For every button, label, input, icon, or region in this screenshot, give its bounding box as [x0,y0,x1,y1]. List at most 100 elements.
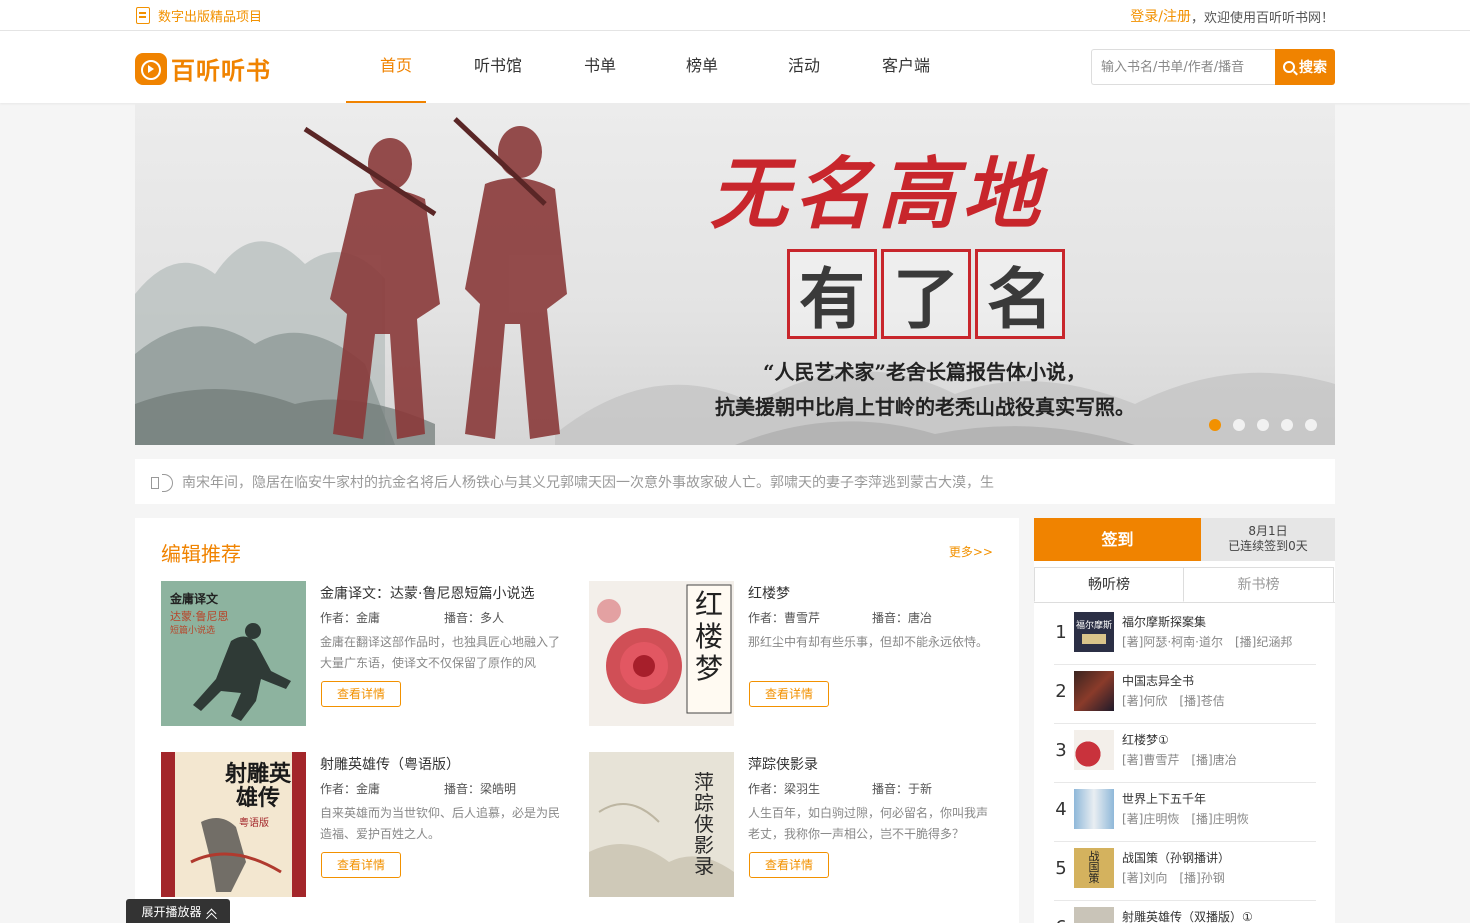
user-area: 登录/注册 ，欢迎使用百听听书网！ [1130,6,1334,26]
rank-title: 战国策（孙钢播讲） [1122,851,1231,865]
book-author: 作者：曹雪芹 [748,611,821,625]
book-description: 人生百年，如白驹过隙，何必留名，你叫我声老丈，我称你一声相公，岂不干脆得多？ [748,806,989,841]
search-icon [1283,61,1295,73]
rank-title: 世界上下五千年 [1122,792,1207,806]
book-narrator: 播音：梁皓明 [444,782,517,796]
more-link[interactable]: 更多>> [949,543,993,560]
rank-thumbnail [1074,789,1114,829]
play-logo-icon [135,52,167,85]
book-narrator: 播音：于新 [872,782,933,796]
book-cover[interactable]: 红楼梦 [589,581,734,726]
main-nav: 首页 听书馆 书单 榜单 活动 客户端 [345,31,957,103]
book-title[interactable]: 金庸译文：达蒙·鲁尼恩短篇小说选 [320,583,534,603]
search-button[interactable]: 搜索 [1275,49,1335,85]
search-input[interactable] [1091,49,1275,85]
tab-hot[interactable]: 畅听榜 [1034,567,1184,602]
book-title[interactable]: 红楼梦 [748,583,790,603]
rank-number: 2 [1055,681,1067,702]
banner-box-char: 了 [881,249,971,339]
book-card: 红楼梦 红楼梦 作者：曹雪芹 播音：唐冶 那红尘中有却有些乐事，但却不能永远依恃… [589,581,1009,731]
nav-item-events[interactable]: 活动 [753,31,855,103]
book-card: 金庸译文 达蒙·鲁尼恩 短篇小说选 金庸译文：达蒙·鲁尼恩短篇小说选 作者：金庸… [161,581,581,731]
promo-link[interactable]: 数字出版精品项目 [136,6,262,25]
rank-number: 1 [1055,622,1067,643]
nav-item-home[interactable]: 首页 [345,31,447,103]
cover-text: 粤语版 [239,818,269,829]
tab-new[interactable]: 新书榜 [1184,567,1334,602]
view-detail-button[interactable]: 查看详情 [749,852,829,878]
chevron-up-icon [206,908,216,918]
book-description: 金庸在翻译这部作品时，也独具匠心地融入了大量广东语，使译文不仅保留了原作的风 [320,635,561,670]
checkin-button[interactable]: 签到 [1034,518,1201,561]
ranking-item[interactable]: 6 射雕英雄传（双播版）① [1054,901,1316,923]
banner-subtitle-1: “人民艺术家”老舍长篇报告体小说， [763,360,1087,384]
banner-dot[interactable] [1209,419,1221,431]
book-author: 作者：梁羽生 [748,782,821,796]
book-narrator: 播音：多人 [444,611,505,625]
book-cover[interactable]: 金庸译文 达蒙·鲁尼恩 短篇小说选 [161,581,306,726]
banner-subtitle-2: 抗美援朝中比肩上甘岭的老秃山战役真实写照。 [715,395,1135,419]
rank-thumbnail: 福尔摩斯 [1074,612,1114,652]
ranking-item[interactable]: 4 世界上下五千年 [著]庄明恢 [播]庄明恢 [1054,783,1316,842]
view-detail-button[interactable]: 查看详情 [749,681,829,707]
banner-title: 无名高地 [710,149,1047,240]
editor-recommend-panel: 编辑推荐 更多>> 金庸译文 达蒙·鲁尼恩 短篇小说选 金庸译文：达蒙·鲁尼恩短… [135,518,1019,923]
book-description: 自来英雄而为当世钦仰、后人追慕，必是为民造福、爱护百姓之人。 [320,806,561,841]
banner-dot[interactable] [1257,419,1269,431]
site-logo[interactable]: 百听听书 [135,51,271,86]
cover-text: 金庸译文 [170,592,219,606]
book-cover[interactable]: 射雕英雄传 粤语版 [161,752,306,897]
rank-title: 中国志异全书 [1122,674,1195,688]
nav-item-client[interactable]: 客户端 [855,31,957,103]
ranking-item[interactable]: 1 福尔摩斯 福尔摩斯探案集 [著]阿瑟·柯南·道尔 [播]纪涵邦 [1054,606,1316,665]
nav-item-booklists[interactable]: 书单 [549,31,651,103]
banner-pagination [1209,419,1317,431]
book-author: 作者：金庸 [320,782,381,796]
login-register-link[interactable]: 登录/注册 [1130,6,1191,26]
ranking-item[interactable]: 2 中国志异全书 [著]何欣 [播]苍佶 [1054,665,1316,724]
rank-title: 福尔摩斯探案集 [1122,615,1207,629]
banner-box-char: 有 [787,249,877,339]
section-title: 编辑推荐 [161,542,241,566]
checkin-streak: 已连续签到0天 [1228,539,1308,553]
book-narrator: 播音：唐冶 [872,611,933,625]
notice-text[interactable]: 南宋年间，隐居在临安牛家村的抗金名将后人杨铁心与其义兄郭啸天因一次意外事故家破人… [182,472,1282,492]
rank-number: 5 [1055,858,1067,879]
nav-item-charts[interactable]: 榜单 [651,31,753,103]
view-detail-button[interactable]: 查看详情 [321,681,401,707]
banner-dot[interactable] [1305,419,1317,431]
expand-player-button[interactable]: 展开播放器 [126,899,230,923]
rank-thumbnail [1074,671,1114,711]
main-header: 百听听书 首页 听书馆 书单 榜单 活动 客户端 搜索 [0,31,1470,103]
ranking-item[interactable]: 3 红楼梦① [著]曹雪芹 [播]唐冶 [1054,724,1316,783]
search-button-label: 搜索 [1299,60,1327,76]
rank-number: 3 [1055,740,1067,761]
book-cover[interactable]: 萍踪侠影录 [589,752,734,897]
top-bar: 数字出版精品项目 登录/注册 ，欢迎使用百听听书网！ [0,0,1470,31]
logo-text: 百听听书 [171,57,271,85]
welcome-text: ，欢迎使用百听听书网！ [1190,10,1334,26]
hero-banner[interactable]: 无名高地 有 了 名 “人民艺术家”老舍长篇报告体小说， 抗美援朝中比肩上甘岭的… [135,104,1335,445]
book-title[interactable]: 射雕英雄传（粤语版） [320,754,460,774]
document-icon [136,7,150,24]
book-title[interactable]: 萍踪侠影录 [748,754,818,774]
ranking-item[interactable]: 5 战国策 战国策（孙钢播讲） [著]刘向 [播]孙钢 [1054,842,1316,901]
search-bar: 搜索 [1091,49,1335,85]
book-card: 射雕英雄传 粤语版 射雕英雄传（粤语版） 作者：金庸 播音：梁皓明 自来英雄而为… [161,752,581,902]
rank-meta: [著]阿瑟·柯南·道尔 [播]纪涵邦 [1122,635,1293,649]
book-card: 萍踪侠影录 萍踪侠影录 作者：梁羽生 播音：于新 人生百年，如白驹过隙，何必留名… [589,752,1009,902]
checkin-info: 8月1日 已连续签到0天 [1201,518,1335,561]
banner-dot[interactable] [1281,419,1293,431]
nav-item-library[interactable]: 听书馆 [447,31,549,103]
rank-meta: [著]庄明恢 [播]庄明恢 [1122,812,1249,826]
cover-text: 达蒙·鲁尼恩 [170,610,229,623]
speaker-icon [149,471,175,493]
thumb-text: 福尔摩斯 [1076,621,1113,631]
rank-thumbnail [1074,730,1114,770]
banner-dot[interactable] [1233,419,1245,431]
rank-number: 6 [1054,917,1068,923]
promo-text: 数字出版精品项目 [158,10,263,25]
rank-number: 4 [1055,799,1067,820]
thumb-text: 战国策 [1088,850,1100,885]
view-detail-button[interactable]: 查看详情 [321,852,401,878]
